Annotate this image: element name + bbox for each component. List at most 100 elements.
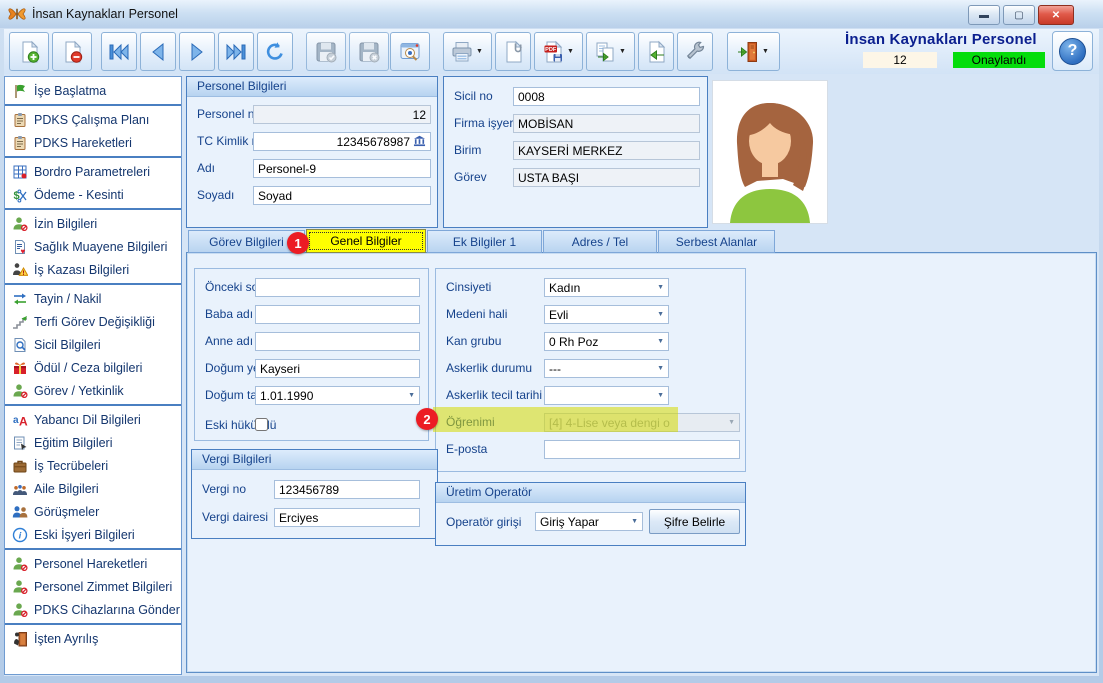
baba-adi-input[interactable] bbox=[255, 305, 420, 324]
minimize-button[interactable]: ▬ bbox=[968, 5, 1000, 25]
sidebar-item-gorev-yetkinlik[interactable]: Görev / Yetkinlik bbox=[5, 379, 181, 402]
print-button[interactable]: ▼ bbox=[443, 32, 492, 71]
tools-button[interactable] bbox=[677, 32, 713, 71]
dogum-yeri-input[interactable] bbox=[255, 359, 420, 378]
vergi-no-input[interactable] bbox=[274, 480, 420, 499]
sidebar-item-label: Sicil Bilgileri bbox=[34, 338, 101, 352]
sidebar-item-i-s-tecrubeleri[interactable]: İş Tecrübeleri bbox=[5, 454, 181, 477]
e-posta-input[interactable] bbox=[544, 440, 740, 459]
delete-record-button[interactable] bbox=[52, 32, 92, 71]
set-password-button[interactable]: Şifre Belirle bbox=[649, 509, 740, 534]
sidebar-item-pdks-hareketleri[interactable]: PDKS Hareketleri bbox=[5, 131, 181, 154]
sidebar-item-i-sten-ayrilis[interactable]: İşten Ayrılış bbox=[5, 627, 181, 650]
askerlik-durumu-combo[interactable]: ---▼ bbox=[544, 359, 669, 378]
payroll-table-icon bbox=[11, 163, 28, 180]
tc-kimlik-no-input[interactable] bbox=[253, 132, 431, 151]
set-password-label: Şifre Belirle bbox=[664, 515, 725, 529]
sidebar-item-personel-hareketleri[interactable]: Personel Hareketleri bbox=[5, 552, 181, 575]
sidebar-item-label: Sağlık Muayene Bilgileri bbox=[34, 240, 167, 254]
medeni-hali-combo[interactable]: Evli▼ bbox=[544, 305, 669, 324]
sidebar-item-label: Personel Hareketleri bbox=[34, 557, 147, 571]
tab-adres-tel[interactable]: Adres / Tel bbox=[543, 230, 657, 253]
people-chat-icon bbox=[11, 503, 28, 520]
translate-icon bbox=[11, 411, 28, 428]
refresh-button[interactable] bbox=[257, 32, 293, 71]
birim-label: Birim bbox=[454, 143, 481, 157]
briefcase-icon bbox=[11, 457, 28, 474]
adi-label: Adı bbox=[197, 161, 215, 175]
sidebar-item-odul-ceza-bilgileri[interactable]: Ödül / Ceza bilgileri bbox=[5, 356, 181, 379]
exit-button[interactable]: ▼ bbox=[727, 32, 780, 71]
sidebar-group-1: İşe Başlatma bbox=[5, 77, 181, 106]
pdf-export-button[interactable]: PDF▼ bbox=[534, 32, 583, 71]
vergi-dairesi-input[interactable] bbox=[274, 508, 420, 527]
anne-adi-input[interactable] bbox=[255, 332, 420, 351]
maximize-button[interactable]: ▢ bbox=[1003, 5, 1035, 25]
tab-genel-bilgiler[interactable]: Genel Bilgiler bbox=[306, 229, 426, 253]
sidebar-item-personel-zimmet-bilgileri[interactable]: Personel Zimmet Bilgileri bbox=[5, 575, 181, 598]
sicil-no-input[interactable] bbox=[513, 87, 700, 106]
sidebar-item-tayin-nakil[interactable]: Tayin / Nakil bbox=[5, 287, 181, 310]
soyadi-input[interactable] bbox=[253, 186, 431, 205]
sidebar-item-yabanci-dil-bilgileri[interactable]: Yabancı Dil Bilgileri bbox=[5, 408, 181, 431]
askerlik-tecil-tarihi-combo[interactable]: ▼ bbox=[544, 386, 669, 405]
dropdown-arrow-icon[interactable]: ▼ bbox=[565, 33, 576, 70]
adi-input[interactable] bbox=[253, 159, 431, 178]
sidebar-item-i-se-baslatma[interactable]: İşe Başlatma bbox=[5, 79, 181, 102]
sidebar-item-label: Ödül / Ceza bilgileri bbox=[34, 361, 142, 375]
tax-info-panel: Vergi Bilgileri Vergi noVergi dairesi bbox=[191, 449, 438, 539]
sidebar-item-egitim-bilgileri[interactable]: Eğitim Bilgileri bbox=[5, 431, 181, 454]
sidebar-item-gorusmeler[interactable]: Görüşmeler bbox=[5, 500, 181, 523]
help-question-icon: ? bbox=[1059, 38, 1086, 65]
kan-grubu-combo[interactable]: 0 Rh Poz▼ bbox=[544, 332, 669, 351]
attachment-button[interactable] bbox=[495, 32, 531, 71]
dropdown-arrow-icon[interactable]: ▼ bbox=[760, 33, 771, 70]
stairs-up-icon bbox=[11, 313, 28, 330]
sidebar-item-odeme-kesinti[interactable]: Ödeme - Kesinti bbox=[5, 183, 181, 206]
close-button[interactable]: ✕ bbox=[1038, 5, 1074, 25]
sidebar-item-i-s-kazasi-bilgileri[interactable]: İş Kazası Bilgileri bbox=[5, 258, 181, 281]
sidebar-item-pdks-cihazlarina-gonder[interactable]: PDKS Cihazlarına Gönder bbox=[5, 598, 181, 621]
last-record-button[interactable] bbox=[218, 32, 254, 71]
person-block-icon bbox=[11, 578, 28, 595]
print-preview-button[interactable] bbox=[390, 32, 430, 71]
employee-photo bbox=[712, 80, 828, 224]
previous-record-button[interactable] bbox=[140, 32, 176, 71]
first-record-button[interactable] bbox=[101, 32, 137, 71]
sidebar-item-terfi-gorev-degisikligi[interactable]: Terfi Görev Değişikliği bbox=[5, 310, 181, 333]
chevron-down-icon: ▼ bbox=[654, 365, 664, 372]
people-swap-icon bbox=[11, 290, 28, 307]
dropdown-arrow-icon[interactable]: ▼ bbox=[474, 33, 485, 70]
askerlik-tecil-tarihi-label: Askerlik tecil tarihi bbox=[446, 388, 542, 402]
dropdown-arrow-icon[interactable]: ▼ bbox=[617, 33, 628, 70]
help-button[interactable]: ? bbox=[1052, 31, 1093, 71]
ogrenimi-combo: [4] 4-Lise veya dengi o▼ bbox=[544, 413, 740, 432]
chevron-down-icon: ▼ bbox=[654, 284, 664, 291]
dogum-tarihi-combo[interactable]: 1.01.1990▼ bbox=[255, 386, 420, 405]
sidebar-item-bordro-parametreleri[interactable]: Bordro Parametreleri bbox=[5, 160, 181, 183]
import-button[interactable] bbox=[638, 32, 674, 71]
onceki-soyadi-input[interactable] bbox=[255, 278, 420, 297]
next-arrow-icon bbox=[185, 40, 209, 64]
left-fieldset: Önceki soyadıBaba adıAnne adıDoğum yeriD… bbox=[194, 268, 429, 441]
operator-panel-title: Üretim Operatör bbox=[436, 483, 745, 503]
eski-hukumlu-checkbox[interactable] bbox=[255, 418, 268, 431]
copy-transfer-button[interactable]: ▼ bbox=[586, 32, 635, 71]
last-arrow-icon bbox=[224, 40, 248, 64]
sidebar-item-eski-i-syeri-bilgileri[interactable]: Eski İşyeri Bilgileri bbox=[5, 523, 181, 546]
sidebar-item-aile-bilgileri[interactable]: Aile Bilgileri bbox=[5, 477, 181, 500]
cinsiyeti-combo[interactable]: Kadın▼ bbox=[544, 278, 669, 297]
sidebar-item-saglik-muayene-bilgileri[interactable]: Sağlık Muayene Bilgileri bbox=[5, 235, 181, 258]
new-record-button[interactable] bbox=[9, 32, 49, 71]
sicil-no-label: Sicil no bbox=[454, 89, 493, 103]
tab-serbest-alanlar[interactable]: Serbest Alanlar bbox=[658, 230, 775, 253]
sidebar-item-sicil-bilgileri[interactable]: Sicil Bilgileri bbox=[5, 333, 181, 356]
sidebar-item-i-zin-bilgileri[interactable]: İzin Bilgileri bbox=[5, 212, 181, 235]
chevron-down-icon: ▼ bbox=[405, 392, 415, 399]
sidebar-item-label: Ödeme - Kesinti bbox=[34, 188, 124, 202]
tab-ek-bilgiler-1[interactable]: Ek Bilgiler 1 bbox=[427, 230, 542, 253]
sidebar-item-label: Aile Bilgileri bbox=[34, 482, 99, 496]
next-record-button[interactable] bbox=[179, 32, 215, 71]
sidebar-item-pdks-calisma-plani[interactable]: PDKS Çalışma Planı bbox=[5, 108, 181, 131]
operator-login-combo[interactable]: Giriş Yapar ▼ bbox=[535, 512, 643, 531]
